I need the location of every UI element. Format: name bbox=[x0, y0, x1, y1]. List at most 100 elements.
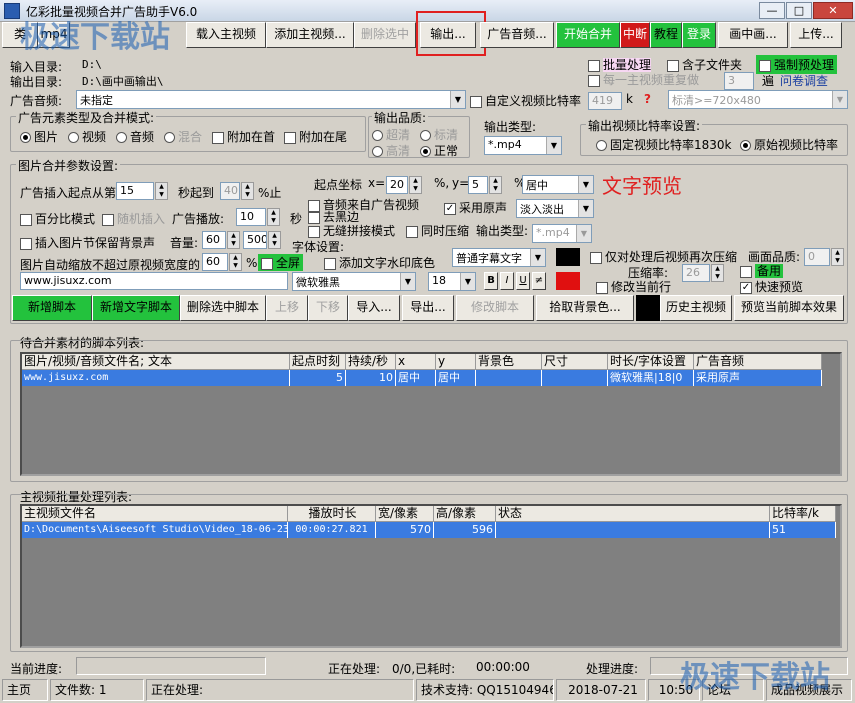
quality-high-radio[interactable]: 高清 bbox=[372, 142, 410, 159]
fixed-bitrate-radio[interactable]: 固定视频比特率1830k bbox=[596, 136, 732, 153]
import-button[interactable]: 导入... bbox=[348, 295, 400, 321]
new-text-script-button[interactable]: 新增文字脚本 bbox=[92, 295, 180, 321]
mode-mix-radio[interactable]: 混合 bbox=[164, 128, 202, 145]
quick-preview-checkbox[interactable]: ✓ 快速预览 bbox=[740, 278, 803, 295]
compress-checkbox[interactable]: 同时压缩 bbox=[406, 222, 469, 239]
mode-video-radio[interactable]: 视频 bbox=[68, 128, 106, 145]
start-input[interactable]: 15 bbox=[116, 182, 154, 200]
mode-image-radio[interactable]: 图片 bbox=[20, 128, 58, 145]
pick-bg-color-button[interactable]: 拾取背景色... bbox=[536, 295, 634, 321]
col-x[interactable]: x bbox=[396, 354, 436, 370]
col-main-duration[interactable]: 播放时长 bbox=[288, 506, 376, 522]
pip-button[interactable]: 画中画... bbox=[718, 22, 788, 48]
output-type-select[interactable]: *.mp4 ▼ bbox=[484, 136, 562, 155]
volume-input[interactable]: 60 bbox=[202, 231, 226, 249]
end-spinner[interactable]: ▲ ▼ bbox=[241, 182, 254, 200]
tutorial-button[interactable]: 教程 bbox=[650, 22, 682, 48]
ratio-input[interactable]: 26 bbox=[682, 264, 710, 282]
login-button[interactable]: 登录 bbox=[682, 22, 716, 48]
col-y[interactable]: y bbox=[436, 354, 476, 370]
frame-quality-spinner[interactable]: ▲ ▼ bbox=[831, 248, 844, 266]
random-insert-checkbox[interactable]: 随机插入 bbox=[102, 210, 165, 227]
scale-input[interactable]: 60 bbox=[202, 253, 228, 271]
fullscreen-checkbox[interactable]: 全屏 bbox=[258, 254, 304, 271]
custom-bitrate-checkbox[interactable]: 自定义视频比特率 bbox=[470, 92, 581, 109]
y-input[interactable]: 5 bbox=[468, 176, 488, 194]
move-down-button[interactable]: 下移 bbox=[308, 295, 348, 321]
end-input[interactable]: 40 bbox=[220, 182, 240, 200]
only-compress-checkbox[interactable]: 仅对处理后视频再次压缩 bbox=[590, 248, 737, 265]
play-input[interactable]: 10 bbox=[236, 208, 266, 226]
ad-audio-button[interactable]: 广告音频... bbox=[480, 22, 554, 48]
append-checkbox[interactable]: 附加在尾 bbox=[284, 128, 347, 145]
close-button[interactable]: ✕ bbox=[813, 2, 853, 19]
load-main-video-button[interactable]: 载入主视频 bbox=[186, 22, 266, 48]
delete-selected-button[interactable]: 删除选中 bbox=[354, 22, 416, 48]
minimize-button[interactable]: — bbox=[759, 2, 785, 19]
quality-standard-radio[interactable]: 标清 bbox=[420, 126, 458, 143]
col-main-filename[interactable]: 主视频文件名 bbox=[22, 506, 288, 522]
start-spinner[interactable]: ▲ ▼ bbox=[155, 182, 168, 200]
text-color-swatch[interactable] bbox=[556, 248, 580, 266]
seamless-checkbox[interactable]: 无缝拼接模式 bbox=[308, 222, 395, 239]
stop-button[interactable]: 中断 bbox=[620, 22, 650, 48]
font-select[interactable]: 微软雅黑 ▼ bbox=[292, 272, 416, 291]
fade-select[interactable]: 淡入淡出 ▼ bbox=[516, 199, 594, 218]
add-main-video-button[interactable]: 添加主视频... bbox=[266, 22, 354, 48]
quality-ultra-radio[interactable]: 超清 bbox=[372, 126, 410, 143]
col-filename[interactable]: 图片/视频/音频文件名; 文本 bbox=[22, 354, 290, 370]
history-video-button[interactable]: 历史主视频 bbox=[660, 295, 732, 321]
col-main-status[interactable]: 状态 bbox=[496, 506, 770, 522]
maximize-button[interactable]: □ bbox=[786, 2, 812, 19]
url-text-input[interactable]: www.jisuxz.com bbox=[20, 272, 288, 290]
col-main-height[interactable]: 高/像素 bbox=[434, 506, 496, 522]
upload-button[interactable]: 上传... bbox=[790, 22, 842, 48]
out-type-select[interactable]: *.mp4 ▼ bbox=[532, 224, 592, 243]
main-list[interactable]: 主视频文件名 播放时长 宽/像素 高/像素 状态 比特率/k D:\Docume… bbox=[20, 504, 842, 648]
new-script-button[interactable]: 新增脚本 bbox=[12, 295, 92, 321]
table-row[interactable]: www.jisuxz.com 5 10 居中 居中 微软雅黑|18|0 采用原声 bbox=[22, 370, 822, 386]
repeat-checkbox[interactable]: 每一主视频重复做 bbox=[588, 71, 699, 88]
modify-row-checkbox[interactable]: 修改当前行 bbox=[596, 278, 671, 295]
status-home[interactable]: 主页 bbox=[2, 679, 48, 701]
col-font[interactable]: 时长/字体设置 bbox=[608, 354, 694, 370]
start-merge-button[interactable]: 开始合并 bbox=[556, 22, 620, 48]
survey-link[interactable]: 问卷调查 bbox=[780, 72, 828, 89]
quality-normal-radio[interactable]: 正常 bbox=[420, 142, 458, 159]
bg-color-swatch[interactable] bbox=[556, 272, 580, 290]
y-spinner[interactable]: ▲ ▼ bbox=[489, 176, 502, 194]
col-main-bitrate[interactable]: 比特率/k bbox=[770, 506, 836, 522]
percent-mode-checkbox[interactable]: 百分比模式 bbox=[20, 210, 95, 227]
volume-max-spinner[interactable]: ▲ ▼ bbox=[268, 231, 281, 249]
export-button[interactable]: 导出... bbox=[402, 295, 454, 321]
col-size[interactable]: 尺寸 bbox=[542, 354, 608, 370]
strike-button[interactable]: ≠ bbox=[532, 272, 546, 290]
col-bgcolor[interactable]: 背景色 bbox=[476, 354, 542, 370]
col-start[interactable]: 起点时刻 bbox=[290, 354, 346, 370]
font-size-select[interactable]: 18 ▼ bbox=[428, 272, 476, 291]
col-main-width[interactable]: 宽/像素 bbox=[376, 506, 434, 522]
x-spinner[interactable]: ▲ ▼ bbox=[409, 176, 422, 194]
align-select[interactable]: 居中 ▼ bbox=[522, 175, 594, 194]
underline-button[interactable]: U bbox=[516, 272, 530, 290]
play-spinner[interactable]: ▲ ▼ bbox=[267, 208, 280, 226]
scale-spinner[interactable]: ▲ ▼ bbox=[229, 253, 242, 271]
ratio-spinner[interactable]: ▲ ▼ bbox=[711, 264, 724, 282]
col-duration[interactable]: 持续/秒 bbox=[346, 354, 396, 370]
spare-checkbox[interactable]: 备用 bbox=[740, 262, 784, 279]
edit-script-button[interactable]: 修改脚本 bbox=[456, 295, 534, 321]
help-icon[interactable]: ? bbox=[644, 92, 651, 106]
bitrate-input[interactable]: 419 bbox=[588, 92, 622, 110]
col-audio[interactable]: 广告音频 bbox=[694, 354, 822, 370]
mode-audio-radio[interactable]: 音频 bbox=[116, 128, 154, 145]
original-bitrate-radio[interactable]: 原始视频比特率 bbox=[740, 136, 838, 153]
use-orig-checkbox[interactable]: ✓ 采用原声 bbox=[444, 199, 507, 216]
watermark-bg-checkbox[interactable]: 添加文字水印底色 bbox=[324, 254, 435, 271]
ad-audio-select[interactable]: 未指定 ▼ bbox=[76, 90, 466, 109]
volume-max-input[interactable]: 500 bbox=[243, 231, 267, 249]
move-up-button[interactable]: 上移 bbox=[266, 295, 308, 321]
bold-button[interactable]: B bbox=[484, 272, 498, 290]
resolution-select[interactable]: 标清>=720x480 ▼ bbox=[668, 90, 848, 109]
prepend-checkbox[interactable]: 附加在首 bbox=[212, 128, 275, 145]
delete-script-button[interactable]: 删除选中脚本 bbox=[180, 295, 266, 321]
